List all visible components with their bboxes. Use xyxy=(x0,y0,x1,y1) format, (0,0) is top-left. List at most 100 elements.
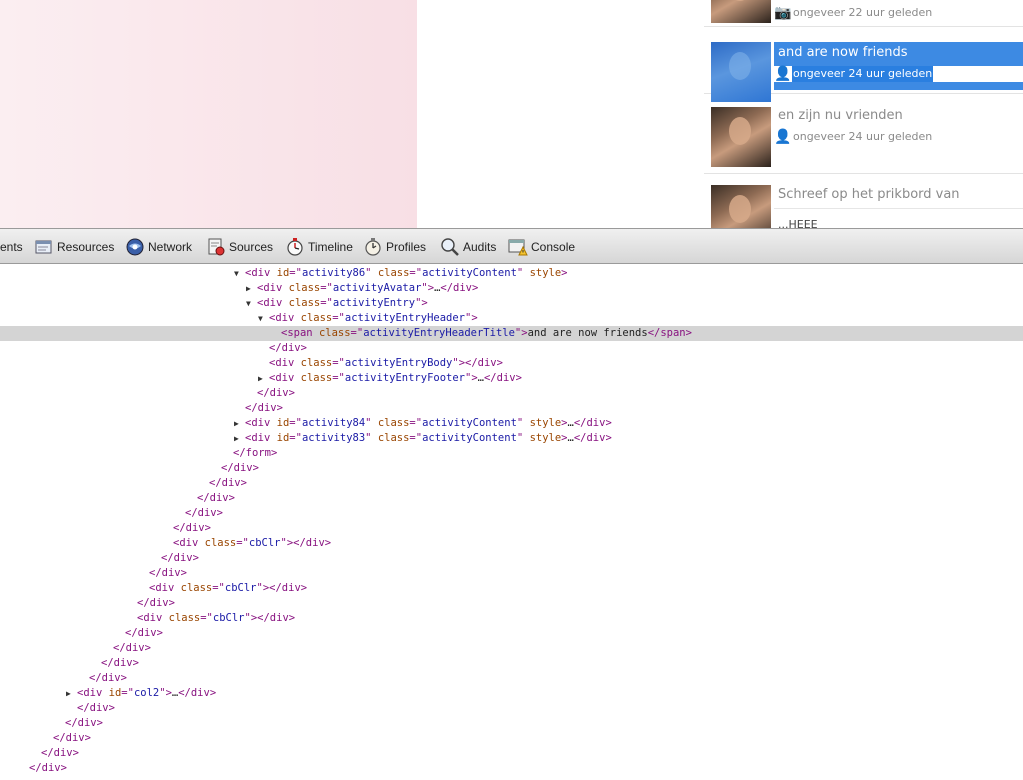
tab-audits[interactable]: Audits xyxy=(440,236,496,258)
tab-label: Audits xyxy=(463,240,497,254)
dom-node[interactable]: </div> xyxy=(0,551,1023,566)
dom-node[interactable]: ▶ <div id="col2">…</div> xyxy=(0,686,1023,701)
dom-node[interactable]: </div> xyxy=(0,491,1023,506)
dom-node[interactable]: <div class="cbClr"></div> xyxy=(0,581,1023,596)
dom-node-markup: </div> xyxy=(245,402,283,414)
dom-node-markup: <div class="cbClr"></div> xyxy=(149,582,308,594)
activity-item-highlighted[interactable]: and are now friends 👤ongeveer 24 uur gel… xyxy=(704,30,1023,102)
dom-node[interactable]: ▶ <div id="activity83" class="activityCon… xyxy=(0,431,1023,446)
expand-arrow-right-icon[interactable]: ▶ xyxy=(66,686,77,701)
dom-node-markup: <div id="activity83" class="activityCont… xyxy=(245,432,612,444)
dom-node[interactable]: ▼ <div class="activityEntryHeader"> xyxy=(0,311,1023,326)
dom-node[interactable]: </div> xyxy=(0,476,1023,491)
elements-tree[interactable]: ▼ <div id="activity86" class="activityCon… xyxy=(0,264,1023,780)
dom-node-markup: <div class="cbClr"></div> xyxy=(137,612,296,624)
dom-node-markup: </div> xyxy=(173,522,211,534)
tab-label: Console xyxy=(531,240,576,254)
avatar[interactable] xyxy=(711,185,771,228)
dom-node[interactable]: </div> xyxy=(0,761,1023,776)
dom-node[interactable]: </div> xyxy=(0,641,1023,656)
dom-node[interactable]: </div> xyxy=(0,461,1023,476)
tab-profiles[interactable]: Profiles xyxy=(363,236,426,258)
dom-node[interactable]: </div> xyxy=(0,671,1023,686)
dom-node-markup: </div> xyxy=(113,642,151,654)
activity-item[interactable]: Schreef op het prikbord van ...HEEE xyxy=(704,182,1023,228)
activity-body: 📷ongeveer 22 uur geleden xyxy=(774,0,1023,23)
activity-title: en zijn nu vrienden xyxy=(778,108,903,123)
tab-network[interactable]: Network xyxy=(125,236,192,258)
dom-node[interactable]: </div> xyxy=(0,746,1023,761)
expand-arrow-down-icon[interactable]: ▼ xyxy=(234,266,245,281)
activity-item[interactable]: 📷ongeveer 22 uur geleden xyxy=(704,0,1023,27)
expand-arrow-right-icon[interactable]: ▶ xyxy=(234,431,245,446)
divider xyxy=(774,208,1023,209)
activity-time: ongeveer 24 uur geleden xyxy=(792,66,934,82)
dom-node[interactable]: ▶ <div class="activityAvatar">…</div> xyxy=(0,281,1023,296)
dom-node[interactable]: </form> xyxy=(0,446,1023,461)
tab-elements[interactable]: ents xyxy=(0,236,23,258)
dom-node-markup: </div> xyxy=(65,717,103,729)
dom-node-markup: </form> xyxy=(233,447,278,459)
dom-node-markup: <div class="activityAvatar">…</div> xyxy=(257,282,479,294)
dom-node[interactable]: <div class="cbClr"></div> xyxy=(0,611,1023,626)
tab-timeline[interactable]: Timeline xyxy=(285,236,353,258)
dom-node[interactable]: </div> xyxy=(0,341,1023,356)
dom-node[interactable]: ▼ <div class="activityEntry"> xyxy=(0,296,1023,311)
activity-item[interactable]: en zijn nu vrienden 👤ongeveer 24 uur gel… xyxy=(704,103,1023,174)
dom-node-markup: </div> xyxy=(137,597,175,609)
dom-node[interactable]: ▼ <div id="activity86" class="activityCon… xyxy=(0,266,1023,281)
activity-title: and are now friends xyxy=(778,45,908,60)
expand-arrow-right-icon[interactable]: ▶ xyxy=(258,371,269,386)
activity-footer: 📷ongeveer 22 uur geleden xyxy=(774,5,933,21)
activity-time: ongeveer 24 uur geleden xyxy=(793,130,933,143)
dom-node-markup: </div> xyxy=(149,567,187,579)
expand-arrow-down-icon[interactable]: ▼ xyxy=(258,311,269,326)
dom-node-markup: </div> xyxy=(197,492,235,504)
activity-feed: 📷ongeveer 22 uur geleden and are now fri… xyxy=(704,0,1023,228)
avatar[interactable] xyxy=(711,42,771,102)
dom-node[interactable]: ▶ <div id="activity84" class="activityCon… xyxy=(0,416,1023,431)
expand-arrow-right-icon[interactable]: ▶ xyxy=(234,416,245,431)
dom-node[interactable]: </div> xyxy=(0,716,1023,731)
dom-node-markup: <div class="cbClr"></div> xyxy=(173,537,332,549)
dom-node-markup: </div> xyxy=(209,477,247,489)
avatar[interactable] xyxy=(711,0,771,23)
dom-node[interactable]: </div> xyxy=(0,731,1023,746)
dom-node[interactable]: </div> xyxy=(0,506,1023,521)
dom-node[interactable]: <div class="cbClr"></div> xyxy=(0,536,1023,551)
page-viewport: 📷ongeveer 22 uur geleden and are now fri… xyxy=(0,0,1023,228)
dom-node[interactable]: </div> xyxy=(0,386,1023,401)
dom-node[interactable]: </div> xyxy=(0,701,1023,716)
dom-node[interactable]: ▶ <div class="activityEntryFooter">…</div… xyxy=(0,371,1023,386)
dom-node[interactable]: </div> xyxy=(0,401,1023,416)
tab-console[interactable]: Console xyxy=(508,236,575,258)
avatar[interactable] xyxy=(711,107,771,167)
dom-node-selected[interactable]: <span class="activityEntryHeaderTitle">a… xyxy=(0,326,1023,341)
dom-node[interactable]: </div> xyxy=(0,521,1023,536)
dom-node[interactable]: <div class="activityEntryBody"></div> xyxy=(0,356,1023,371)
dom-node[interactable]: </div> xyxy=(0,656,1023,671)
dom-node-markup: </div> xyxy=(161,552,199,564)
network-icon xyxy=(125,237,145,257)
tab-sources[interactable]: Sources xyxy=(206,236,273,258)
dom-node[interactable]: </div> xyxy=(0,626,1023,641)
expand-arrow-down-icon[interactable]: ▼ xyxy=(246,296,257,311)
dom-node-markup: </div> xyxy=(269,342,307,354)
expand-arrow-right-icon[interactable]: ▶ xyxy=(246,281,257,296)
dom-node[interactable]: </div> xyxy=(0,596,1023,611)
dom-node[interactable]: </div> xyxy=(0,566,1023,581)
dom-node-markup: </div> xyxy=(257,387,295,399)
tab-resources[interactable]: Resources xyxy=(34,236,114,258)
